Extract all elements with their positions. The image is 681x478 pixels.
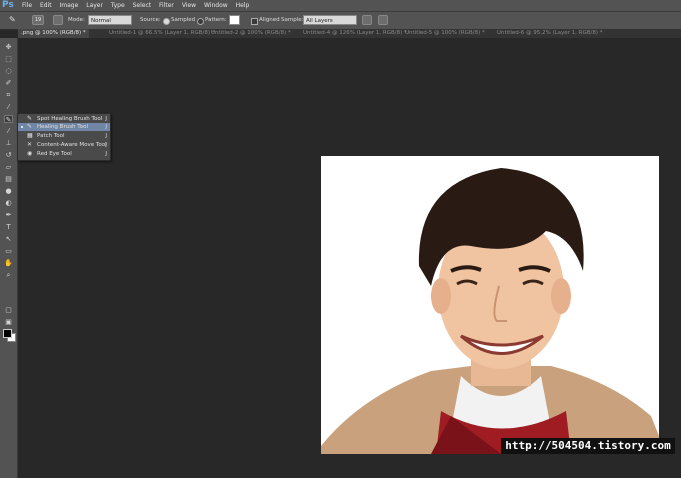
tab-document-0[interactable]: .png @ 100% (RGB/8) *	[18, 29, 89, 38]
menu-image[interactable]: Image	[60, 2, 79, 9]
menu-type[interactable]: Type	[111, 2, 125, 9]
path-select-tool-icon[interactable]: ↖	[4, 235, 13, 243]
source-label: Source:	[140, 17, 161, 23]
pattern-radio[interactable]	[197, 18, 204, 25]
clone-stamp-tool-icon[interactable]: ⊥	[4, 139, 13, 147]
menu-select[interactable]: Select	[133, 2, 152, 9]
sample-value: All Layers	[306, 18, 333, 24]
selected-bullet-icon	[21, 126, 23, 128]
flyout-label: Healing Brush Tool	[37, 124, 88, 130]
healing-tools-flyout: ✎ Spot Healing Brush Tool J ✎ Healing Br…	[17, 113, 111, 161]
eyedropper-tool-icon[interactable]: ⁄	[4, 103, 13, 111]
hand-tool-icon[interactable]: ✋	[4, 259, 13, 267]
tab-label: Untitled-2 @ 100% (RGB/8) *	[211, 30, 291, 36]
flyout-label: Patch Tool	[37, 133, 65, 139]
photoshop-logo: Ps	[2, 0, 14, 10]
brush-settings-icon[interactable]	[53, 15, 63, 25]
flyout-label: Red Eye Tool	[37, 151, 72, 157]
tab-document-3[interactable]: Untitled-4 @ 126% (Layer 1, RGB/8) *	[300, 29, 410, 38]
sampled-radio[interactable]	[163, 18, 170, 25]
menu-filter[interactable]: Filter	[159, 2, 174, 9]
healing-brush-icon: ✎	[27, 123, 33, 130]
gradient-tool-icon[interactable]: ▤	[4, 175, 13, 183]
pattern-label: Pattern:	[205, 17, 227, 23]
healing-brush-tool-icon[interactable]: ✎	[4, 115, 13, 124]
tab-label: .png @ 100% (RGB/8) *	[21, 30, 86, 36]
flyout-label: Spot Healing Brush Tool	[37, 116, 103, 122]
ignore-adjustment-layers-icon[interactable]	[362, 15, 372, 25]
sampled-label: Sampled	[171, 17, 196, 23]
flyout-patch[interactable]: ▦ Patch Tool J	[18, 132, 110, 140]
content-aware-move-icon: ✕	[27, 141, 33, 148]
menu-bar: Ps File Edit Image Layer Type Select Fil…	[0, 0, 681, 11]
mode-label: Mode:	[68, 17, 85, 23]
menu-help[interactable]: Help	[236, 2, 250, 9]
menu-file[interactable]: File	[22, 2, 32, 9]
type-tool-icon[interactable]: T	[4, 223, 13, 231]
tab-label: Untitled-6 @ 95.2% (Layer 1, RGB/8) *	[497, 30, 603, 36]
flyout-shortcut: J	[105, 142, 107, 148]
menu-view[interactable]: View	[182, 2, 196, 9]
pen-tool-icon[interactable]: ✒	[4, 211, 13, 219]
brush-size-value: 19	[34, 17, 42, 23]
flyout-shortcut: J	[105, 133, 107, 139]
tab-label: Untitled-1 @ 66.5% (Layer 1, RGB/8) *	[109, 30, 215, 36]
flyout-label: Content-Aware Move Tool	[37, 142, 107, 148]
pattern-picker[interactable]	[229, 15, 240, 25]
mode-value: Normal	[91, 18, 111, 24]
aligned-label: Aligned	[259, 17, 280, 23]
brush-size-picker[interactable]: 19	[32, 15, 44, 25]
options-bar: ✎ 19 Mode: Normal Source: Sampled Patter…	[0, 11, 681, 30]
tab-label: Untitled-4 @ 126% (Layer 1, RGB/8) *	[303, 30, 407, 36]
healing-brush-tool-icon[interactable]: ✎	[9, 15, 16, 24]
document-tabs: .png @ 100% (RGB/8) * Untitled-1 @ 66.5%…	[18, 29, 681, 38]
tab-document-4[interactable]: Untitled-5 @ 100% (RGB/8) *	[402, 29, 488, 38]
menu-window[interactable]: Window	[204, 2, 228, 9]
lasso-tool-icon[interactable]: ◌	[4, 67, 13, 75]
patch-icon: ▦	[27, 132, 33, 139]
tab-label: Untitled-5 @ 100% (RGB/8) *	[405, 30, 485, 36]
zoom-tool-icon[interactable]: ⌕	[4, 271, 13, 279]
move-tool-icon[interactable]: ✥	[4, 43, 13, 51]
blur-tool-icon[interactable]: ●	[4, 187, 13, 195]
quick-select-tool-icon[interactable]: ✐	[4, 79, 13, 87]
flyout-shortcut: J	[105, 124, 107, 130]
brush-tool-icon[interactable]: ⁄	[4, 127, 13, 135]
tab-document-2[interactable]: Untitled-2 @ 100% (RGB/8) *	[208, 29, 294, 38]
screen-mode-icon[interactable]: ▣	[4, 318, 13, 326]
tab-document-5[interactable]: Untitled-6 @ 95.2% (Layer 1, RGB/8) *	[494, 29, 606, 38]
tools-panel: ✥ ⬚ ◌ ✐ ⌗ ⁄ ✎ ⁄ ⊥ ↺ ▱ ▤ ● ◐ ✒ T ↖ ▭ ✋ ⌕ …	[0, 38, 18, 478]
foreground-color-swatch[interactable]	[3, 329, 12, 338]
flyout-healing-brush[interactable]: ✎ Healing Brush Tool J	[18, 123, 110, 131]
eraser-tool-icon[interactable]: ▱	[4, 163, 13, 171]
flyout-shortcut: J	[105, 151, 107, 157]
shape-tool-icon[interactable]: ▭	[4, 247, 13, 255]
flyout-spot-healing-brush[interactable]: ✎ Spot Healing Brush Tool J	[18, 115, 110, 123]
sample-select[interactable]: All Layers	[303, 15, 357, 25]
pressure-icon[interactable]	[378, 15, 388, 25]
red-eye-icon: ◉	[27, 150, 33, 157]
quick-mask-icon[interactable]: ▢	[4, 306, 13, 314]
crop-tool-icon[interactable]: ⌗	[4, 91, 13, 99]
history-brush-tool-icon[interactable]: ↺	[4, 151, 13, 159]
portrait-photo	[321, 156, 659, 454]
marquee-tool-icon[interactable]: ⬚	[4, 55, 13, 63]
menu-layer[interactable]: Layer	[86, 2, 103, 9]
dodge-tool-icon[interactable]: ◐	[4, 199, 13, 207]
aligned-checkbox[interactable]	[251, 18, 258, 25]
mode-select[interactable]: Normal	[88, 15, 132, 25]
sample-label: Sample:	[281, 17, 304, 23]
document-photo[interactable]	[321, 156, 659, 454]
menu-edit[interactable]: Edit	[40, 2, 52, 9]
flyout-red-eye[interactable]: ◉ Red Eye Tool J	[18, 150, 110, 158]
watermark-text: http://504504.tistory.com	[501, 438, 675, 454]
flyout-content-aware-move[interactable]: ✕ Content-Aware Move Tool J	[18, 141, 110, 149]
flyout-shortcut: J	[105, 116, 107, 122]
tab-document-1[interactable]: Untitled-1 @ 66.5% (Layer 1, RGB/8) *	[106, 29, 218, 38]
spot-healing-icon: ✎	[27, 115, 33, 122]
